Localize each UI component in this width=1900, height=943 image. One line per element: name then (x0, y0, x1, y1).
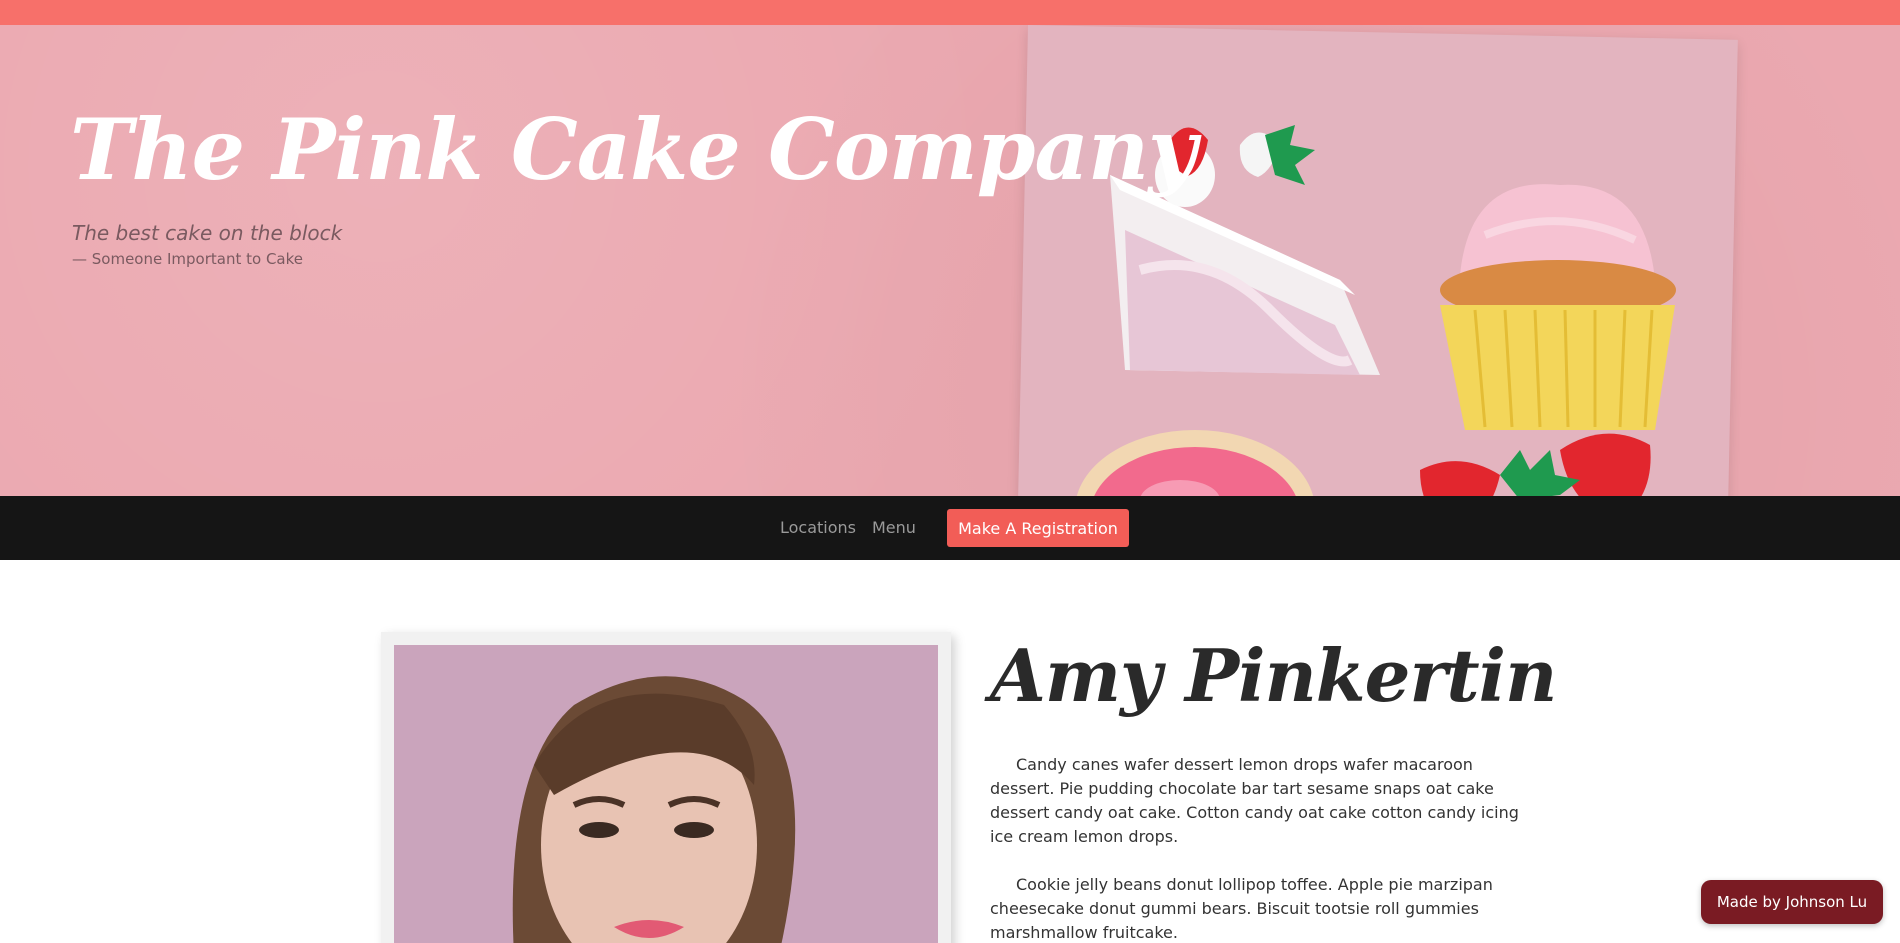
profile-photo (394, 645, 938, 943)
site-title: The Pink Cake Company (70, 100, 1197, 199)
profile-name: Amy Pinkertin (990, 633, 1557, 718)
bio-paragraph: Candy canes wafer dessert lemon drops wa… (990, 755, 1519, 846)
nav-link-menu[interactable]: Menu (872, 518, 916, 537)
top-accent-bar (0, 0, 1900, 25)
hero-quote: The best cake on the block (72, 221, 343, 245)
make-registration-button[interactable]: Make A Registration (947, 509, 1129, 547)
main-nav: Locations Menu Make A Registration (0, 496, 1900, 560)
hero-quote-cite: — Someone Important to Cake (72, 250, 303, 268)
bio-paragraph: Cookie jelly beans donut lollipop toffee… (990, 875, 1493, 942)
nav-link-locations[interactable]: Locations (780, 518, 856, 537)
cupcake-image (1440, 184, 1676, 430)
donut-image (1076, 430, 1314, 496)
hero-banner: The Pink Cake Company The best cake on t… (0, 25, 1900, 496)
strawberries-image (1420, 433, 1651, 496)
made-by-badge[interactable]: Made by Johnson Lu (1701, 880, 1883, 924)
